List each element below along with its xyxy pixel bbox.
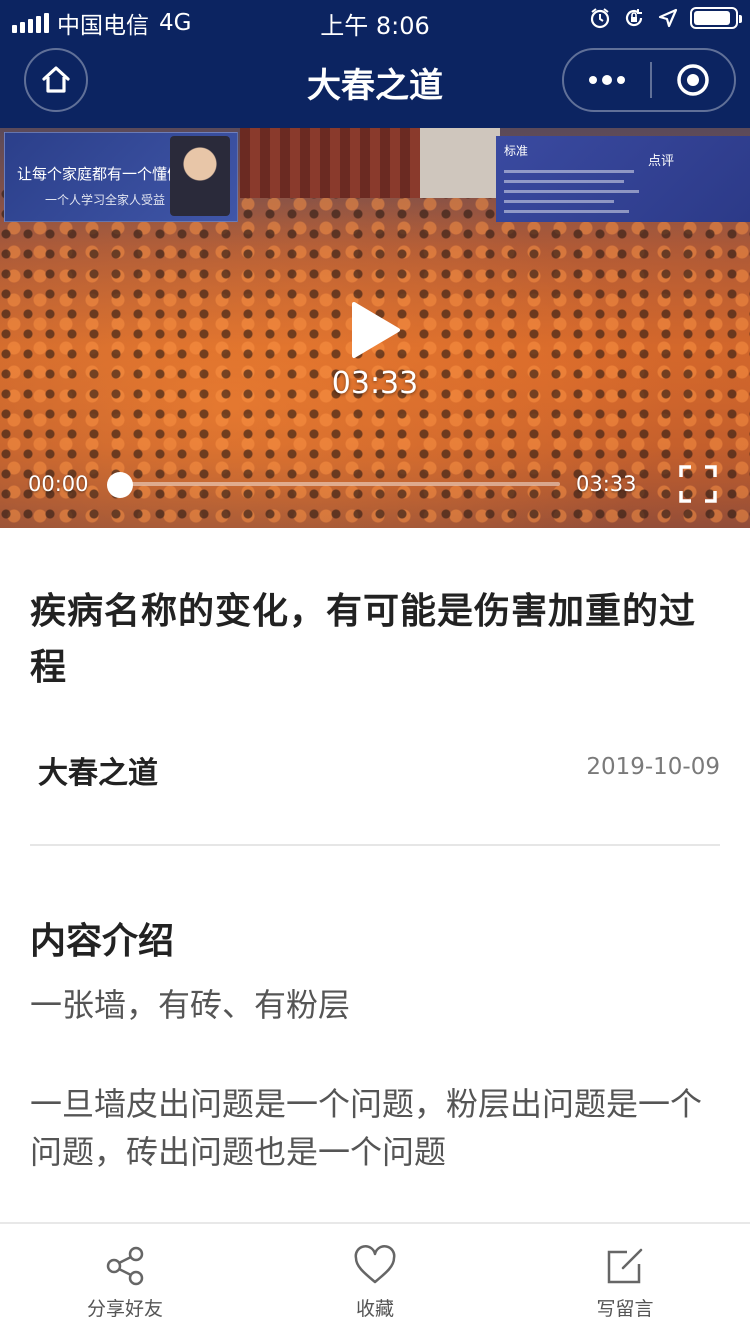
target-close-icon bbox=[677, 64, 709, 96]
status-bar: 中国电信 4G 上午 8:06 bbox=[0, 0, 750, 40]
video-duration-label: 03:33 bbox=[331, 366, 419, 401]
play-icon bbox=[352, 302, 400, 358]
favorite-button[interactable]: 收藏 bbox=[250, 1224, 500, 1334]
video-player[interactable]: 让每个家庭都有一个懂健康的人 一个人学习全家人受益 标准 点评 03:33 00… bbox=[0, 128, 750, 528]
banner-left-subtext: 一个人学习全家人受益 bbox=[45, 193, 166, 207]
favorite-label: 收藏 bbox=[355, 1298, 394, 1320]
intro-paragraph-1: 一张墙，有砖、有粉层 bbox=[30, 986, 351, 1024]
stage-curtain bbox=[240, 128, 420, 198]
top-header: 中国电信 4G 上午 8:06 大春之道 bbox=[0, 0, 750, 128]
nav-bar: 大春之道 bbox=[0, 40, 750, 128]
mini-program-capsule bbox=[562, 48, 736, 112]
write-comment-button[interactable]: 写留言 bbox=[500, 1224, 750, 1334]
video-controls: 00:00 03:33 bbox=[0, 460, 750, 510]
progress-track[interactable] bbox=[120, 482, 560, 486]
share-label: 分享好友 bbox=[86, 1298, 163, 1320]
edit-icon bbox=[607, 1248, 643, 1284]
divider bbox=[30, 844, 720, 846]
more-dots-icon bbox=[589, 76, 597, 84]
total-time: 03:33 bbox=[576, 472, 637, 496]
hall-wall bbox=[420, 128, 500, 198]
close-button[interactable] bbox=[652, 50, 734, 110]
banner-right-heading-2: 点评 bbox=[648, 154, 675, 169]
current-time: 00:00 bbox=[28, 472, 89, 496]
bottom-action-bar: 分享好友 收藏 写留言 bbox=[0, 1222, 750, 1334]
video-banner-right: 标准 点评 bbox=[496, 136, 750, 222]
share-friends-button[interactable]: 分享好友 bbox=[0, 1224, 250, 1334]
section-title: 内容介绍 bbox=[30, 921, 175, 962]
heart-icon bbox=[354, 1245, 396, 1284]
banner-right-heading-1: 标准 bbox=[504, 144, 529, 158]
more-button[interactable] bbox=[564, 50, 650, 110]
intro-paragraph-2: 一旦墙皮出问题是一个问题，粉层出问题是一个问题，砖出问题也是一个问题 bbox=[30, 1085, 703, 1171]
battery-icon bbox=[690, 7, 742, 29]
fullscreen-icon bbox=[679, 465, 717, 503]
progress-thumb[interactable] bbox=[107, 472, 133, 498]
alarm-icon bbox=[588, 6, 612, 30]
battery-level bbox=[694, 11, 730, 25]
fullscreen-button[interactable] bbox=[678, 464, 718, 504]
share-icon bbox=[106, 1246, 144, 1286]
article-author[interactable]: 大春之道 bbox=[38, 748, 158, 792]
play-button[interactable] bbox=[343, 298, 407, 362]
article-title: 疾病名称的变化，有可能是伤害加重的过程 bbox=[30, 591, 697, 688]
page: 中国电信 4G 上午 8:06 大春之道 让每个家庭都有一个懂健康的人 一个人学… bbox=[0, 0, 750, 1334]
location-icon bbox=[656, 6, 680, 30]
status-right bbox=[588, 6, 742, 30]
article-date: 2019-10-09 bbox=[586, 754, 720, 780]
rotation-lock-icon bbox=[622, 6, 646, 30]
speaker-portrait bbox=[170, 136, 230, 216]
write-comment-label: 写留言 bbox=[596, 1298, 654, 1320]
